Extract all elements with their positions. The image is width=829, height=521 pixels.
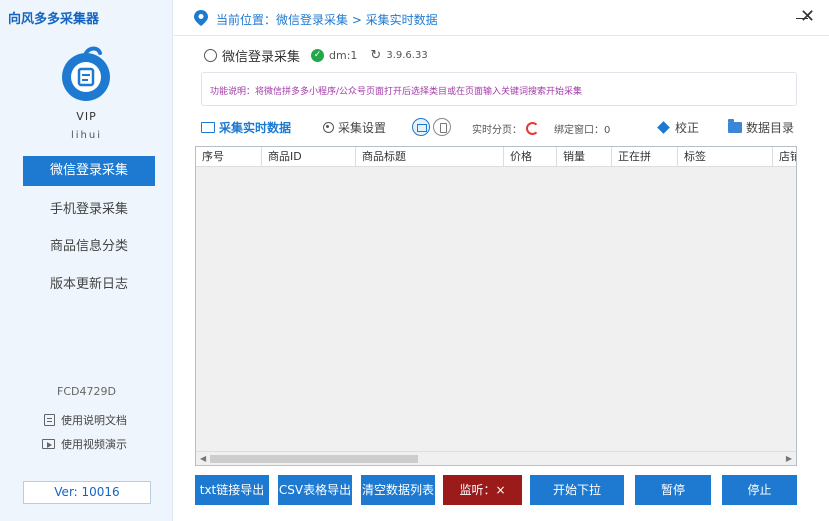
- mobile-view-button[interactable]: [433, 118, 451, 136]
- table-header: 序号 商品ID 商品标题 价格 销量 正在拼 标签 店铺: [196, 147, 796, 167]
- data-table[interactable]: 序号 商品ID 商品标题 价格 销量 正在拼 标签 店铺 ◀ ▶: [195, 146, 797, 466]
- nav-wechat-login-collect[interactable]: 微信登录采集: [23, 156, 155, 186]
- settings-icon: [323, 122, 334, 133]
- column-header[interactable]: 销量: [557, 147, 612, 167]
- tab-realtime-data-label: 采集实时数据: [219, 121, 292, 135]
- doc-link[interactable]: 使用说明文档: [44, 412, 127, 428]
- refresh-icon: ↻: [370, 48, 382, 63]
- video-link-label: 使用视频演示: [61, 438, 127, 451]
- monitor-icon: [201, 122, 215, 133]
- username: lihui: [70, 130, 102, 141]
- toolbar: 采集实时数据 采集设置 实时分页： 绑定窗口：0 校正 数据目录: [201, 117, 801, 139]
- column-header[interactable]: 标签: [678, 147, 773, 167]
- scroll-left-icon[interactable]: ◀: [200, 454, 206, 463]
- video-link[interactable]: 使用视频演示: [42, 436, 127, 452]
- calibrate-label: 校正: [675, 121, 700, 135]
- breadcrumb: 当前位置：微信登录采集 > 采集实时数据: [216, 13, 438, 27]
- tab-collect-settings[interactable]: 采集设置: [323, 119, 386, 136]
- data-directory-label: 数据目录: [746, 121, 795, 135]
- tab-realtime-data[interactable]: 采集实时数据: [201, 119, 291, 136]
- txt-export-button[interactable]: txt链接导出: [195, 475, 269, 505]
- document-icon: [44, 414, 55, 426]
- dm-label: dm:1: [329, 49, 358, 62]
- section-header: 微信登录采集 ✓ dm:1 ↻ 3.9.6.33: [204, 46, 428, 65]
- tab-collect-settings-label: 采集设置: [338, 121, 387, 135]
- close-button[interactable]: ✕: [800, 8, 815, 26]
- folder-icon: [728, 119, 742, 133]
- column-header[interactable]: 商品标题: [356, 147, 504, 167]
- data-directory-button[interactable]: 数据目录: [728, 119, 794, 136]
- realtime-split-label: 实时分页：: [472, 125, 522, 136]
- header: 当前位置：微信登录采集 > 采集实时数据 ✕: [174, 0, 829, 36]
- column-header[interactable]: 序号: [196, 147, 262, 167]
- column-header[interactable]: 店铺: [773, 147, 796, 167]
- csv-export-button[interactable]: CSV表格导出: [278, 475, 352, 505]
- section-title: 微信登录采集: [222, 50, 301, 65]
- sidebar: 向风多多采集器 VIP lihui 微信登录采集 手机登录采集 商品信息分类 版…: [0, 0, 173, 521]
- bound-window-label: 绑定窗口：0: [554, 125, 611, 136]
- pc-view-button[interactable]: [412, 118, 430, 136]
- horizontal-scrollbar[interactable]: ◀ ▶: [196, 451, 796, 465]
- nav-update-log[interactable]: 版本更新日志: [23, 270, 155, 300]
- column-header[interactable]: 价格: [504, 147, 557, 167]
- column-header[interactable]: 正在拼: [612, 147, 678, 167]
- nav-product-category[interactable]: 商品信息分类: [23, 232, 155, 262]
- listen-button[interactable]: 监听：×: [443, 475, 522, 505]
- loading-spinner-icon: [526, 122, 539, 135]
- app-version: 3.9.6.33: [386, 50, 428, 61]
- app-title: 向风多多采集器: [8, 12, 100, 27]
- location-pin-icon: [194, 10, 208, 26]
- vip-label: VIP: [76, 110, 97, 123]
- video-icon: [42, 439, 55, 449]
- scroll-right-icon[interactable]: ▶: [786, 454, 792, 463]
- function-notice: 功能说明：将微信拼多多小程序/公众号页面打开后选择类目或在页面输入关键词搜索开始…: [201, 72, 797, 106]
- realtime-split: 实时分页：: [472, 121, 539, 136]
- doc-link-label: 使用说明文档: [61, 414, 127, 427]
- wechat-ring-icon: [204, 49, 217, 62]
- check-icon: ✓: [311, 49, 325, 62]
- stop-button[interactable]: 停止: [722, 475, 797, 505]
- calibrate-button[interactable]: 校正: [657, 119, 700, 136]
- start-pull-button[interactable]: 开始下拉: [530, 475, 624, 505]
- calibrate-icon: [657, 121, 670, 134]
- column-header[interactable]: 商品ID: [262, 147, 356, 167]
- pause-button[interactable]: 暂停: [635, 475, 711, 505]
- clear-list-button[interactable]: 清空数据列表: [361, 475, 435, 505]
- device-code: FCD4729D: [57, 385, 116, 398]
- app-logo-icon: [62, 46, 110, 101]
- scrollbar-thumb[interactable]: [210, 455, 418, 463]
- version-label: Ver: 10016: [23, 481, 151, 504]
- nav-phone-login-collect[interactable]: 手机登录采集: [23, 195, 155, 225]
